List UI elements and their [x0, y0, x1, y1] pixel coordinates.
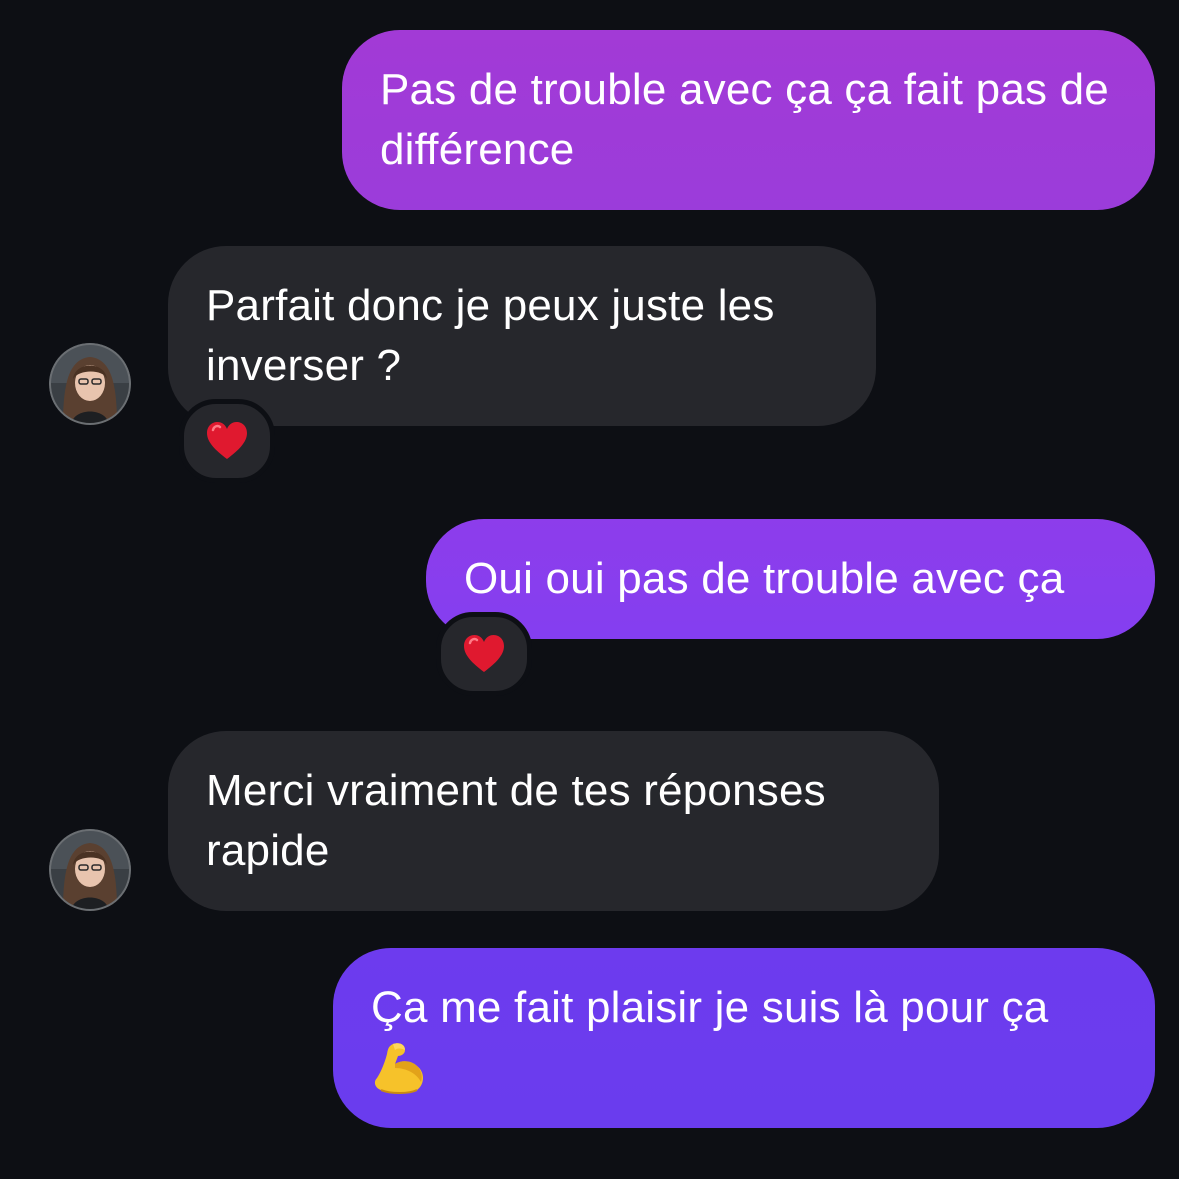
- outgoing-message[interactable]: Ça me fait plaisir je suis là pour ça: [333, 948, 1155, 1128]
- contact-avatar[interactable]: [49, 343, 131, 425]
- avatar-photo: [49, 343, 131, 425]
- incoming-message[interactable]: Merci vraiment de tes réponses rapide: [168, 731, 939, 911]
- message-text: Oui oui pas de trouble avec ça: [464, 554, 1065, 603]
- flexed-biceps-icon: [371, 1038, 429, 1112]
- incoming-message[interactable]: Parfait donc je peux juste les inverser …: [168, 246, 876, 426]
- outgoing-message[interactable]: Pas de trouble avec ça ça fait pas de di…: [342, 30, 1155, 210]
- message-text: Parfait donc je peux juste les inverser …: [206, 281, 775, 390]
- contact-avatar[interactable]: [49, 829, 131, 911]
- heart-emoji-icon: [464, 635, 504, 672]
- message-reaction[interactable]: [436, 612, 532, 696]
- message-text: Ça me fait plaisir je suis là pour ça: [371, 983, 1049, 1032]
- message-text: Pas de trouble avec ça ça fait pas de di…: [380, 65, 1109, 174]
- outgoing-message[interactable]: Oui oui pas de trouble avec ça: [426, 519, 1155, 639]
- avatar-photo: [49, 829, 131, 911]
- message-reaction[interactable]: [179, 399, 275, 483]
- message-text: Merci vraiment de tes réponses rapide: [206, 766, 826, 875]
- heart-emoji-icon: [207, 422, 247, 459]
